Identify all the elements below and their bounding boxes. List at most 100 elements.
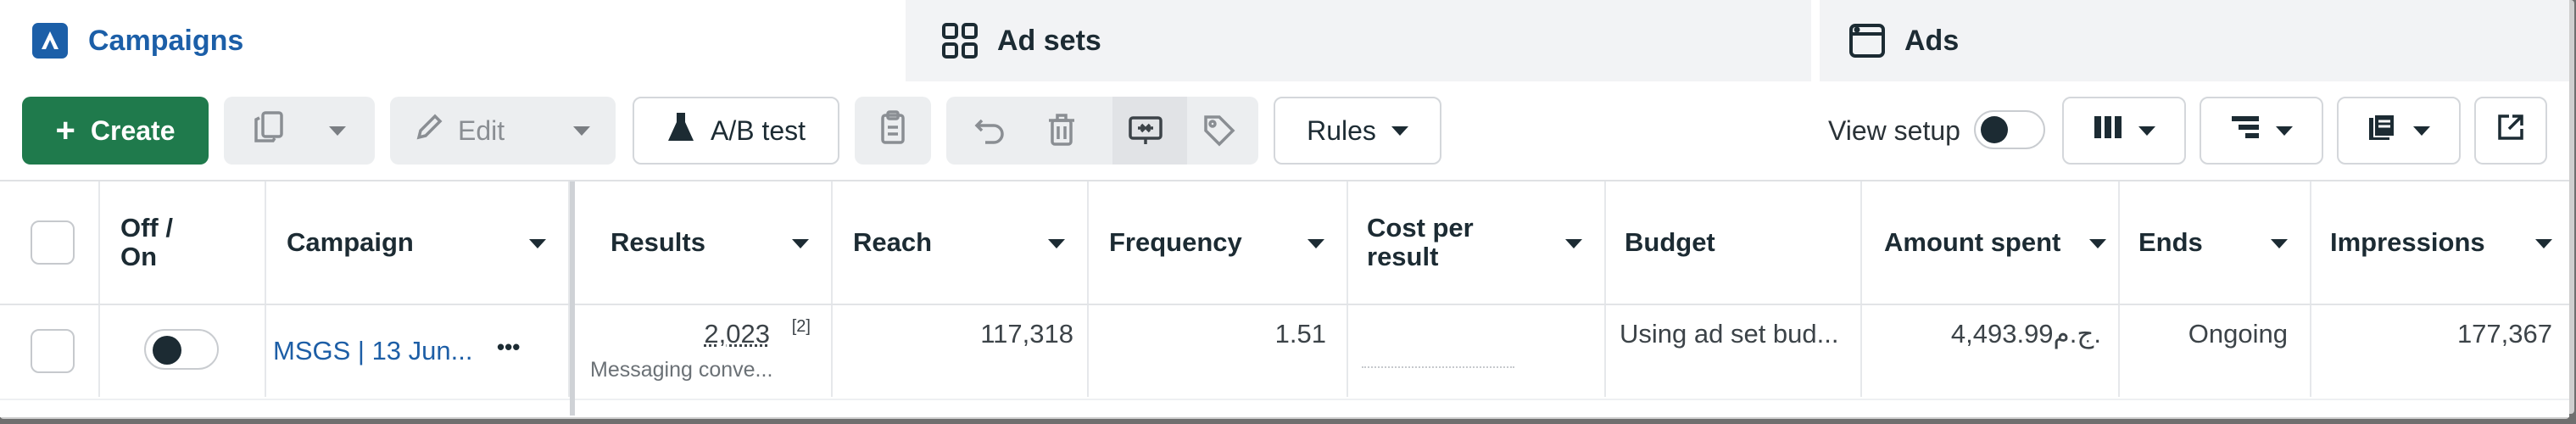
export-icon[interactable] [1128,114,1163,154]
tab-ad-sets[interactable]: Ad sets [906,0,1820,81]
frozen-column-divider[interactable] [570,181,575,416]
header-results[interactable]: Results [575,181,833,304]
tab-ads[interactable]: Ads [1820,0,2569,81]
trash-icon[interactable] [1046,114,1077,154]
ab-test-label: A/B test [710,114,806,146]
row-campaign-cell: MSGS | 13 Jun... ••• [266,305,570,397]
header-budget[interactable]: Budget [1606,181,1862,304]
level-tabs: Campaigns Ad sets Ads [0,0,2569,81]
header-ends[interactable]: Ends [2120,181,2311,304]
header-frequency[interactable]: Frequency [1089,181,1348,304]
chevron-down-icon [2413,126,2430,136]
row-off-on-cell [100,305,266,397]
edit-label: Edit [458,114,505,146]
campaign-name-link[interactable]: MSGS | 13 Jun... [273,336,472,366]
results-value[interactable]: 2,023 [704,319,770,349]
header-off-on[interactable]: Off / On [100,181,266,304]
header-off-on-label: Off / On [120,213,173,271]
breakdown-button[interactable] [2200,97,2323,165]
toolbar: + Create Edit A/B test Rules View setup [0,81,2569,180]
chevron-down-icon [2276,126,2293,136]
select-all-checkbox[interactable] [31,220,75,265]
row-impressions-cell: 177,367 [2311,305,2569,397]
header-impressions[interactable]: Impressions [2311,181,2569,304]
tab-campaigns-label: Campaigns [88,24,244,57]
external-link-icon [2495,112,2526,149]
campaign-toggle[interactable] [144,329,219,370]
header-reach[interactable]: Reach [833,181,1089,304]
header-budget-label: Budget [1625,227,1715,257]
row-reach-cell: 117,318 [833,305,1089,397]
ends-value: Ongoing [2188,319,2288,349]
chevron-down-icon [792,239,809,248]
flask-icon [666,110,695,151]
chevron-down-icon [2535,239,2552,248]
columns-icon [2093,114,2123,147]
header-reach-label: Reach [853,227,933,257]
header-amount-spent[interactable]: Amount spent [1862,181,2120,304]
results-type-label: Messaging conve... [590,358,773,382]
view-setup-toggle[interactable] [1974,110,2045,149]
chevron-down-icon [529,239,546,248]
header-cost-per-result-label: Cost per result [1367,213,1474,271]
columns-button[interactable] [2062,97,2186,165]
ad-sets-icon [941,22,979,59]
table-bottom-edge [0,399,2569,417]
duplicate-icon [253,110,285,151]
header-select-cell [0,181,100,304]
header-impressions-label: Impressions [2330,227,2485,257]
row-amount-spent-cell: 4,493.99ج.م. [1862,305,2120,397]
toggle-knob [1981,116,2008,143]
frequency-value: 1.51 [1274,319,1326,349]
header-cost-per-result[interactable]: Cost per result [1348,181,1606,304]
header-results-label: Results [611,227,705,257]
undo-icon[interactable] [973,114,1007,154]
clipboard-button[interactable] [855,97,931,165]
campaigns-icon [31,21,70,60]
chevron-down-icon [329,126,346,136]
rules-button[interactable]: Rules [1274,97,1441,165]
ads-icon [1848,22,1886,59]
chevron-down-icon [1308,239,1324,248]
ab-test-button[interactable]: A/B test [633,97,839,165]
breakdown-icon [2230,114,2261,147]
header-ends-label: Ends [2138,227,2203,257]
reports-button[interactable] [2337,97,2461,165]
share-button[interactable] [2474,97,2547,165]
chevron-down-icon [2089,239,2106,248]
budget-value: Using ad set bud... [1620,319,1839,349]
create-button[interactable]: + Create [22,97,209,165]
chevron-down-icon [2271,239,2288,248]
tag-icon[interactable] [1202,114,1236,154]
chevron-down-icon [1565,239,1582,248]
header-amount-spent-label: Amount spent [1884,227,2061,257]
impressions-value: 177,367 [2456,319,2552,349]
tab-campaigns[interactable]: Campaigns [0,0,906,81]
duplicate-button[interactable] [224,97,375,165]
row-results-cell: 2,023 [2] Messaging conve... [575,305,833,397]
header-campaign-label: Campaign [287,227,414,257]
table-row[interactable]: MSGS | 13 Jun... ••• 2,023 [2] Messaging… [0,305,2569,397]
header-frequency-label: Frequency [1109,227,1242,257]
results-footnote: [2] [791,317,811,336]
toggle-knob [153,336,181,365]
row-actions-group [946,97,1258,165]
rules-label: Rules [1307,114,1376,146]
row-checkbox[interactable] [31,329,75,373]
row-ends-cell: Ongoing [2120,305,2311,397]
view-setup-label: View setup [1828,115,1960,146]
pencil-icon [414,112,444,149]
amount-spent-value: 4,493.99ج.م. [1950,319,2101,349]
chevron-down-icon [1048,239,1065,248]
chevron-down-icon [573,126,590,136]
clipboard-icon [880,110,906,151]
more-options-icon[interactable]: ••• [497,334,520,360]
row-budget-cell: Using ad set bud... [1606,305,1862,397]
edit-button[interactable]: Edit [390,97,616,165]
chevron-down-icon [1391,126,1408,136]
header-campaign[interactable]: Campaign [266,181,570,304]
chevron-down-icon [2138,126,2155,136]
redacted-value [1362,366,1514,368]
campaigns-table: Off / On Campaign Results Reach Frequenc… [0,180,2569,417]
create-label: Create [90,114,176,146]
